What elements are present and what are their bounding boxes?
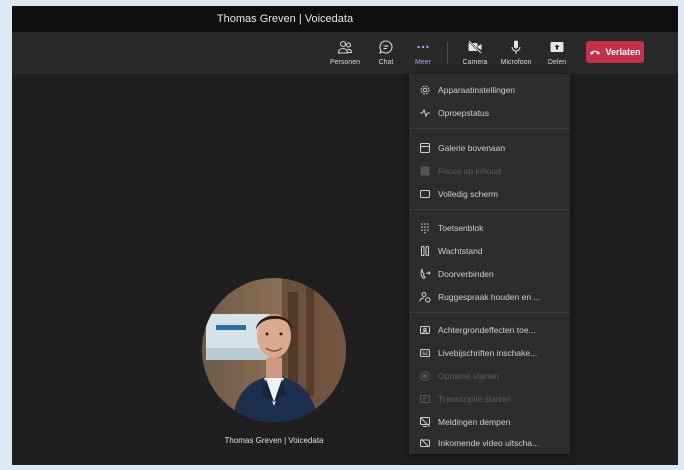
people-button[interactable]: Personen: [328, 35, 362, 71]
more-actions-menu: Apparaatinstellingen Oproepstatus Galeri…: [409, 74, 570, 454]
video-off-icon: [419, 437, 431, 449]
camera-off-icon: [466, 38, 484, 56]
more-label: Meer: [415, 59, 431, 66]
window-title: Thomas Greven | Voicedata: [216, 13, 354, 25]
people-label: Personen: [330, 59, 360, 66]
menu-divider: [409, 209, 570, 210]
chat-label: Chat: [378, 59, 394, 66]
more-icon: [414, 38, 432, 56]
gallery-icon: [419, 142, 431, 154]
menu-divider: [409, 128, 570, 129]
gear-icon: [419, 84, 431, 96]
menu-item-consult[interactable]: Ruggespraak houden en ...: [409, 287, 570, 307]
pause-icon: [419, 245, 431, 257]
record-icon: [419, 370, 431, 382]
people-icon: [336, 38, 354, 56]
participant-avatar: [202, 278, 346, 422]
menu-item-mute-notifications[interactable]: Meldingen dempen: [409, 412, 570, 432]
menu-item-gallery-top[interactable]: Galerie bovenaan: [409, 138, 570, 158]
fullscreen-icon: [419, 188, 431, 200]
captions-icon: [419, 347, 431, 359]
chat-button[interactable]: Chat: [372, 35, 400, 71]
transcription-icon: [419, 393, 431, 405]
teams-call-window: Thomas Greven | Voicedata Personen Chat: [12, 6, 678, 465]
menu-item-transfer[interactable]: Doorverbinden: [409, 264, 570, 284]
menu-item-fullscreen[interactable]: Volledig scherm: [409, 184, 570, 204]
menu-item-background-effects[interactable]: Achtergrondeffecten toe...: [409, 320, 570, 340]
menu-item-focus-content: Focus op inhoud: [409, 161, 570, 181]
share-label: Delen: [547, 59, 567, 66]
dialpad-icon: [419, 222, 431, 234]
call-toolbar: Personen Chat Meer Camera Microfoon Dele…: [12, 32, 678, 74]
toolbar-divider: [447, 42, 448, 64]
camera-button[interactable]: Camera: [458, 35, 492, 71]
menu-item-live-captions[interactable]: Livebijschriften inschake...: [409, 343, 570, 363]
leave-label: Verlaten: [605, 47, 641, 57]
camera-label: Camera: [462, 59, 488, 66]
pulse-icon: [419, 107, 431, 119]
share-icon: [548, 38, 566, 56]
chat-icon: [377, 38, 395, 56]
phone-hangup-icon: [589, 48, 601, 56]
menu-item-start-recording: Opname starten: [409, 366, 570, 386]
menu-item-hold[interactable]: Wachtstand: [409, 241, 570, 261]
more-button[interactable]: Meer: [410, 35, 436, 71]
share-button[interactable]: Delen: [544, 35, 570, 71]
background-effects-icon: [419, 324, 431, 336]
menu-item-incoming-video[interactable]: Inkomende video uitscha...: [409, 433, 570, 453]
mute-notifications-icon: [419, 416, 431, 428]
menu-item-call-health[interactable]: Oproepstatus: [409, 103, 570, 123]
microphone-icon: [507, 38, 525, 56]
menu-item-start-transcription: Transcriptie starten: [409, 389, 570, 409]
menu-divider: [409, 312, 570, 313]
title-bar: Thomas Greven | Voicedata: [12, 6, 678, 32]
microphone-button[interactable]: Microfoon: [497, 35, 535, 71]
person-call-icon: [419, 291, 431, 303]
microphone-label: Microfoon: [500, 59, 532, 66]
menu-item-device-settings[interactable]: Apparaatinstellingen: [409, 80, 570, 100]
menu-item-dialpad[interactable]: Toetsenblok: [409, 218, 570, 238]
participant-name: Thomas Greven | Voicedata: [224, 436, 324, 445]
focus-icon: [419, 165, 431, 177]
transfer-icon: [419, 268, 431, 280]
leave-button[interactable]: Verlaten: [586, 41, 644, 63]
